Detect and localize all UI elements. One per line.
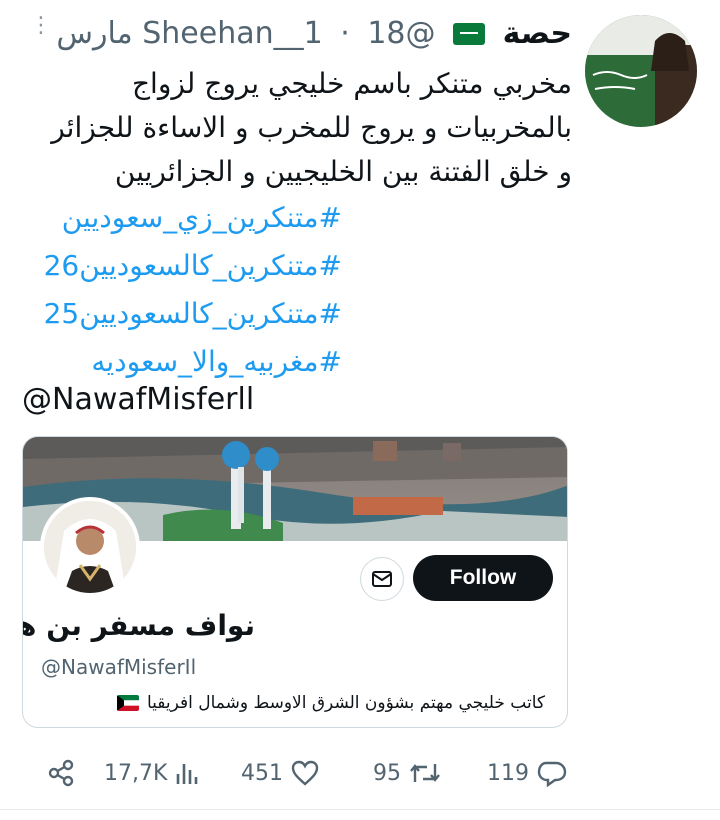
- reply-button[interactable]: 119: [487, 748, 567, 798]
- hashtag-list: #متنكرين_زي_سعوديين #متنكرين_كالسعوديين2…: [12, 194, 342, 386]
- tweet: ⋮ حصة @Sheehan__1 · 18 مارس مخربي متنكر …: [0, 0, 720, 820]
- share-button[interactable]: [46, 748, 76, 798]
- kuwait-flag-icon: [116, 695, 139, 711]
- hashtag-link[interactable]: #متنكرين_كالسعوديين25: [12, 290, 342, 338]
- tweet-text-line: بالمخربيات و يروج للمخرب و الاساءة للجزا…: [51, 111, 572, 144]
- views-icon: [177, 764, 198, 784]
- profile-card[interactable]: Follow نواف مسفر بن هلال @NawafMisferIl …: [22, 436, 568, 728]
- mail-icon: [372, 571, 392, 587]
- author-avatar[interactable]: [585, 15, 697, 127]
- tweet-header: حصة @Sheehan__1 · 18 مارس: [56, 14, 572, 54]
- like-button[interactable]: 451: [241, 748, 319, 798]
- like-icon: [291, 760, 319, 786]
- retweet-icon: [410, 764, 440, 782]
- more-icon[interactable]: ⋮: [30, 15, 52, 46]
- card-bio-text: كاتب خليجي مهتم بشؤون الشرق الاوسط وشمال…: [146, 693, 545, 713]
- reply-count: 119: [487, 760, 529, 786]
- hashtag-link[interactable]: #متنكرين_كالسعوديين26: [12, 242, 342, 290]
- follow-button[interactable]: Follow: [413, 555, 553, 601]
- hashtag-link[interactable]: #متنكرين_زي_سعوديين: [12, 194, 342, 242]
- author-name[interactable]: حصة: [503, 16, 572, 51]
- retweet-button[interactable]: 95: [373, 748, 441, 798]
- tweet-text: مخربي متنكر باسم خليجي يروج لزواج بالمخر…: [12, 62, 572, 194]
- tweet-text-line: و خلق الفتنة بين الخليجيين و الجزائريين: [114, 155, 572, 188]
- separator-dot: ·: [340, 16, 350, 51]
- views-button[interactable]: 17,7K: [104, 748, 199, 798]
- action-bar: 17,7K 451 95 119: [0, 748, 720, 798]
- message-button[interactable]: [360, 557, 404, 601]
- mention-text[interactable]: @NawafMisferll: [22, 378, 254, 422]
- retweet-count: 95: [373, 760, 401, 786]
- saudi-flag-icon: [453, 23, 486, 45]
- divider: [0, 809, 720, 810]
- reply-icon: [537, 761, 567, 787]
- like-count: 451: [241, 760, 283, 786]
- card-avatar[interactable]: [40, 497, 140, 597]
- share-icon: [48, 759, 74, 787]
- views-count: 17,7K: [104, 760, 168, 786]
- tweet-text-line: مخربي متنكر باسم خليجي يروج لزواج: [131, 67, 572, 100]
- card-name[interactable]: نواف مسفر بن هلال: [23, 609, 255, 642]
- card-handle[interactable]: @NawafMisferIl: [41, 655, 196, 679]
- card-bio: كاتب خليجي مهتم بشؤون الشرق الاوسط وشمال…: [116, 693, 545, 713]
